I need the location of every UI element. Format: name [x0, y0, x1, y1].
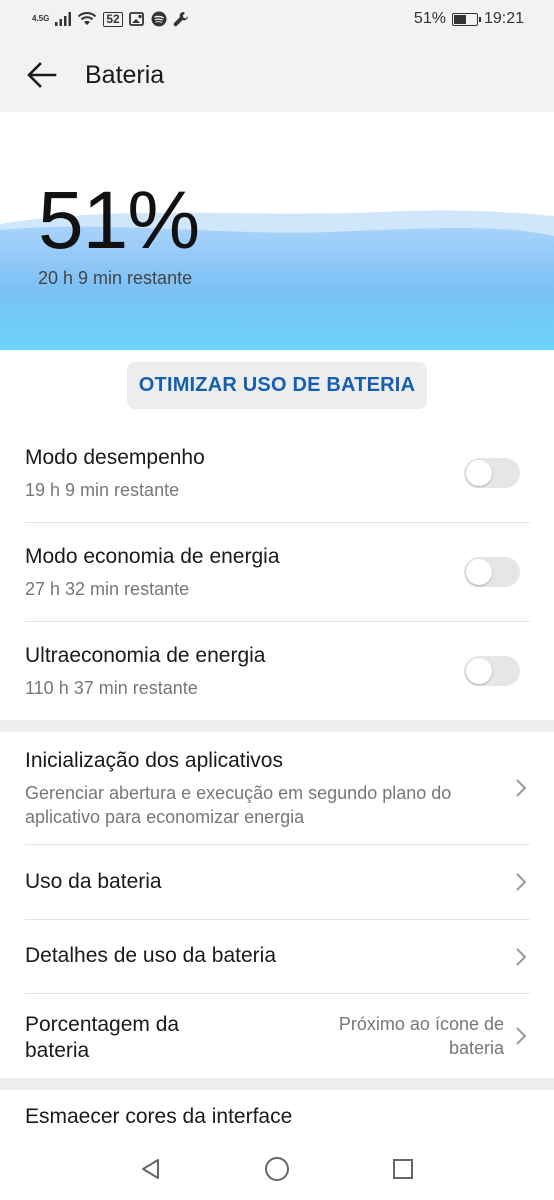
recents-square-icon — [393, 1159, 413, 1179]
settings-item-title: Inicialização dos aplicativos — [25, 749, 283, 772]
settings-item-app-launch[interactable]: Inicialização dos aplicativos Gerenciar … — [25, 732, 530, 845]
battery-hero: 51% 20 h 9 min restante — [0, 112, 554, 350]
settings-item-title: Esmaecer cores da interface — [25, 1105, 293, 1128]
mode-row-performance[interactable]: Modo desempenho 19 h 9 min restante — [25, 424, 530, 523]
wifi-icon — [78, 12, 97, 25]
back-button[interactable] — [24, 57, 60, 93]
chevron-right-icon — [516, 779, 527, 797]
signal-icon — [55, 12, 72, 26]
page-title: Bateria — [85, 60, 165, 89]
settings-item-title: Detalhes de uso da bateria — [25, 944, 277, 967]
settings-item-battery-usage[interactable]: Uso da bateria — [25, 845, 530, 920]
mode-row-ultra-saving[interactable]: Ultraeconomia de energia 110 h 37 min re… — [25, 622, 530, 720]
nav-home-button[interactable] — [257, 1149, 297, 1189]
status-bar: 4.5G 52 51% 19:21 — [0, 0, 554, 38]
arrow-left-icon — [27, 62, 57, 88]
optimize-battery-button[interactable]: OTIMIZAR USO DE BATERIA — [126, 362, 428, 409]
settings-item-subtitle: Gerenciar abertura e execução em segundo… — [25, 783, 452, 827]
section-divider — [0, 720, 554, 732]
network-type-label: 4.5G — [32, 14, 50, 23]
mode-subtitle: 19 h 9 min restante — [25, 480, 180, 500]
power-saving-mode-toggle[interactable] — [464, 557, 520, 587]
image-icon — [128, 12, 144, 26]
chevron-right-icon — [516, 1027, 527, 1045]
status-right: 51% 19:21 — [414, 10, 524, 28]
mode-subtitle: 27 h 32 min restante — [25, 579, 190, 599]
system-nav-bar — [0, 1138, 554, 1200]
settings-item-battery-percentage[interactable]: Porcentagem da bateria Próximo ao ícone … — [25, 994, 530, 1078]
status-icons: 4.5G 52 — [32, 11, 189, 27]
wrench-icon — [173, 12, 188, 27]
performance-mode-toggle[interactable] — [464, 458, 520, 488]
battery-remaining-time: 20 h 9 min restante — [38, 268, 193, 288]
app-bar: Bateria — [0, 38, 554, 112]
clock: 19:21 — [483, 10, 524, 27]
spotify-icon — [151, 11, 167, 27]
section-divider — [0, 1078, 554, 1090]
ultra-saving-mode-toggle[interactable] — [464, 656, 520, 686]
settings-item-value: Próximo ao ícone de bateria — [338, 1014, 504, 1058]
mode-title: Modo desempenho — [25, 446, 205, 469]
nav-recents-button[interactable] — [383, 1149, 423, 1189]
notification-badge: 52 — [103, 11, 123, 27]
chevron-right-icon — [516, 873, 527, 891]
chevron-right-icon — [516, 947, 527, 966]
back-triangle-icon — [142, 1159, 159, 1179]
mode-subtitle: 110 h 37 min restante — [25, 678, 198, 698]
settings-item-dim-colors[interactable]: Esmaecer cores da interface — [25, 1090, 530, 1140]
battery-percent-large: 51% — [38, 175, 200, 266]
nav-back-button[interactable] — [131, 1149, 171, 1189]
battery-percent-label: 51% — [413, 10, 446, 27]
mode-title: Ultraeconomia de energia — [25, 644, 266, 667]
mode-row-power-saving[interactable]: Modo economia de energia 27 h 32 min res… — [25, 523, 530, 622]
settings-item-battery-details[interactable]: Detalhes de uso da bateria — [25, 920, 530, 994]
home-circle-icon — [265, 1157, 289, 1181]
settings-item-title: Porcentagem da bateria — [25, 1013, 180, 1062]
settings-item-title: Uso da bateria — [25, 870, 162, 893]
battery-icon — [451, 12, 481, 26]
mode-title: Modo economia de energia — [25, 545, 280, 568]
